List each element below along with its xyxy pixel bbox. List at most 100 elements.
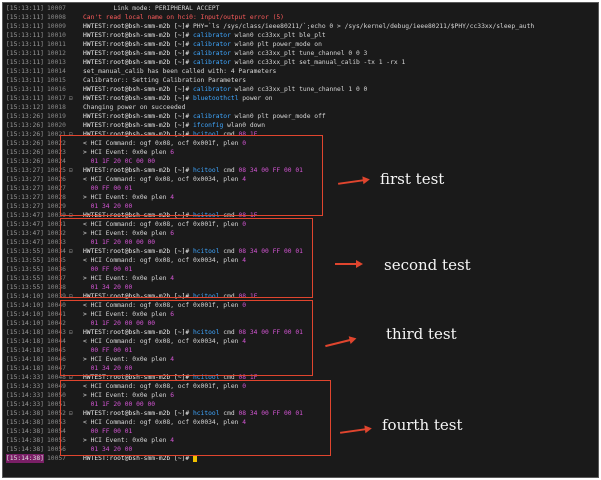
fourth-test-box [60,380,331,456]
terminal-line: [15:13:26] 10020 HWTEST:root@bsh-smm-m2b [… [3,121,598,130]
line-segment: wlan0 cc33xx_plt tune_channel 0 0 3 [230,50,368,57]
line-segment: bluetoothctl [192,95,239,102]
terminal-line: [15:13:11] 10014 set_manual_calib has been… [3,67,598,76]
fourth-test-label: fourth test [382,416,463,434]
line-text: HWTEST:root@bsh-smm-m2b [~]# calibrator … [83,49,367,58]
line-timestamp: [15:13:55] [6,266,44,273]
line-segment: ifconfig [192,122,224,129]
line-timestamp: [15:14:38] [6,454,44,463]
first-test-box [60,135,323,216]
line-number: 10011 [47,41,66,48]
line-segment: HWTEST:root@bsh-smm-m2b [~]# [83,23,193,30]
line-segment: HWTEST:root@bsh-smm-m2b [~]# [83,122,193,129]
line-timestamp: [15:13:27] [6,167,44,174]
line-timestamp: [15:13:47] [6,221,44,228]
line-timestamp: [15:13:11] [6,23,44,30]
line-timestamp: [15:13:26] [6,113,44,120]
line-timestamp: [15:13:11] [6,5,44,12]
line-timestamp: [15:13:47] [6,239,44,246]
line-text: Changing power on succeeded [83,103,185,112]
line-timestamp: [15:13:26] [6,158,44,165]
line-timestamp: [15:13:27] [6,176,44,183]
line-text: Link mode: PERIPHERAL ACCEPT [83,4,219,13]
line-text: HWTEST:root@bsh-smm-m2b [~]# calibrator … [83,85,367,94]
line-number: 10015 [47,77,66,84]
line-timestamp: [15:13:55] [6,257,44,264]
line-timestamp: [15:13:11] [6,32,44,39]
line-number: 10020 [47,122,66,129]
line-text: HWTEST:root@bsh-smm-m2b [~]# calibrator … [83,112,326,121]
line-number: 10017 [47,95,66,102]
line-timestamp: [15:14:18] [6,329,44,336]
line-segment: HWTEST:root@bsh-smm-m2b [~]# [83,50,193,57]
line-timestamp: [15:13:12] [6,104,44,111]
line-number: 10007 [47,5,66,12]
line-segment: PHY=`ls /sys/class/ieee80211/`;echo 0 > … [192,23,535,30]
line-timestamp: [15:13:47] [6,230,44,237]
line-number: 10016 [47,86,66,93]
line-timestamp: [15:14:10] [6,311,44,318]
second-test-arrow [335,260,363,268]
line-text: Can't read local name on hci0: Input/out… [83,13,284,22]
line-segment: HWTEST:root@bsh-smm-m2b [~]# [83,32,193,39]
line-timestamp: [15:14:38] [6,410,44,417]
line-timestamp: [15:13:47] [6,212,44,219]
line-number: 10008 [47,14,66,21]
terminal-line: [15:13:11] 10011 HWTEST:root@bsh-smm-m2b [… [3,40,598,49]
terminal-line: [15:13:11] 10012 HWTEST:root@bsh-smm-m2b [… [3,49,598,58]
line-timestamp: [15:13:11] [6,68,44,75]
first-test-label: first test [380,170,445,188]
terminal-line: [15:13:26] 10019 HWTEST:root@bsh-smm-m2b [… [3,112,598,121]
line-timestamp: [15:13:26] [6,131,44,138]
line-segment: calibrator [192,32,231,39]
line-text: HWTEST:root@bsh-smm-m2b [~]# calibrator … [83,40,322,49]
line-timestamp: [15:13:55] [6,275,44,282]
line-segment: wlan0 cc33xx_plt tune_channel 1 0 0 [230,86,368,93]
terminal-line: [15:13:11] 10013 HWTEST:root@bsh-smm-m2b [… [3,58,598,67]
line-timestamp: [15:13:11] [6,59,44,66]
line-segment: error [249,14,269,21]
line-segment: HWTEST:root@bsh-smm-m2b [~]# [83,59,193,66]
line-segment: wlan0 plt power_mode off [230,113,326,120]
terminal-line: [15:13:11] 10010 HWTEST:root@bsh-smm-m2b [… [3,31,598,40]
terminal-line: [15:13:11] 10017 ⊟ HWTEST:root@bsh-smm-m2b … [3,94,598,103]
line-timestamp: [15:13:27] [6,194,44,201]
line-timestamp: [15:14:10] [6,302,44,309]
line-segment: calibrator [192,113,231,120]
line-timestamp: [15:13:55] [6,284,44,291]
terminal-line: [15:13:11] 10007 Link mode: PERIPHERAL AC… [3,4,598,13]
line-timestamp: [15:13:27] [6,185,44,192]
second-test-label: second test [384,256,471,274]
line-segment: Can't read local name on hci0: Input/out… [83,14,250,21]
line-timestamp: [15:14:33] [6,383,44,390]
line-timestamp: [15:14:33] [6,374,44,381]
line-text: HWTEST:root@bsh-smm-m2b [~]# PHY=`ls /sy… [83,22,534,31]
line-text: HWTEST:root@bsh-smm-m2b [~]# ifconfig wl… [83,121,265,130]
fold-toggle-icon[interactable]: ⊟ [69,94,73,103]
line-segment: HWTEST:root@bsh-smm-m2b [~]# [83,86,193,93]
line-segment: Calibrator:: Setting Calibration Paramet… [83,77,247,84]
line-segment: calibrator [192,50,231,57]
line-timestamp: [15:14:18] [6,347,44,354]
line-segment: wlan0 plt power_mode on [230,41,322,48]
line-segment: wlan0 down [223,122,265,129]
line-timestamp: [15:14:38] [6,419,44,426]
third-test-label: third test [386,325,457,343]
terminal-line: [15:13:11] 10015 Calibrator:: Setting Cali… [3,76,598,85]
line-timestamp: [15:14:18] [6,338,44,345]
terminal-line: [15:13:11] 10016 HWTEST:root@bsh-smm-m2b [… [3,85,598,94]
line-segment: wlan0 cc33xx_plt set_manual_calib -tx 1 … [230,59,406,66]
line-timestamp: [15:14:38] [6,446,44,453]
line-timestamp: [15:13:11] [6,77,44,84]
third-test-box [60,300,313,376]
line-timestamp: [15:13:11] [6,41,44,48]
line-segment: calibrator [192,86,231,93]
line-timestamp: [15:13:26] [6,149,44,156]
line-segment: HWTEST:root@bsh-smm-m2b [~]# [83,113,193,120]
second-test-box [60,218,313,298]
line-number: 10014 [47,68,66,75]
line-timestamp: [15:13:11] [6,50,44,57]
line-timestamp: [15:14:38] [6,437,44,444]
line-timestamp: [15:13:11] [6,14,44,21]
line-timestamp: [15:13:26] [6,140,44,147]
